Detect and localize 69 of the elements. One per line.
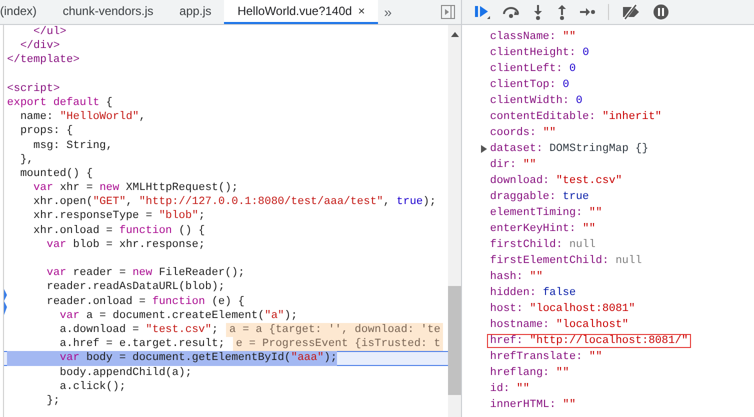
step-out-icon[interactable] xyxy=(556,4,568,20)
file-tab[interactable]: app.js xyxy=(166,0,224,24)
code-line: props: { xyxy=(19,124,74,139)
deactivate-breakpoints-icon[interactable] xyxy=(621,4,641,20)
inline-value: a = a {target: '', download: 'te xyxy=(226,322,444,338)
scrollbar-thumb[interactable] xyxy=(448,286,461,395)
property-entry: hidden: false xyxy=(489,287,577,299)
code-line: var a = document.createElement("a"); xyxy=(58,308,298,323)
code-line: var reader = new FileReader(); xyxy=(46,266,245,280)
code-line: reader.readAsDataURL(blob); xyxy=(46,280,225,295)
property-entry: contentEditable: "inherit" xyxy=(489,111,663,123)
code-line: </div> xyxy=(19,39,60,54)
code-line: body.appendChild(a); xyxy=(58,366,192,380)
property-entry: dir: "" xyxy=(489,159,538,171)
resume-icon[interactable] xyxy=(474,4,490,20)
step-icon[interactable] xyxy=(580,6,596,18)
property-entry: firstChild: null xyxy=(489,239,597,251)
code-line: mounted() { xyxy=(19,166,93,182)
property-entry: hash: "" xyxy=(489,271,544,283)
code-line: xhr.responseType = "blob"; xyxy=(32,209,206,224)
code-line: <script> xyxy=(7,82,60,96)
code-editor[interactable] xyxy=(3,25,448,417)
code-line: }, xyxy=(19,152,34,167)
property-entry: hostname: "localhost" xyxy=(489,319,630,331)
code-line: export default { xyxy=(7,96,113,110)
code-line: a.href = e.target.result; xyxy=(58,337,225,352)
code-line: var xhr = new XMLHttpRequest(); xyxy=(32,181,238,196)
code-line: a.download = "test.csv"; xyxy=(58,322,218,338)
property-entry: href: "http://localhost:8081/" xyxy=(488,335,690,347)
property-entry: clientTop: 0 xyxy=(489,79,570,91)
more-tabs-button[interactable]: » xyxy=(378,0,398,24)
property-entry: dataset: DOMStringMap {} xyxy=(489,143,650,155)
property-entry: coords: "" xyxy=(489,127,558,139)
scroll-up-icon[interactable] xyxy=(450,32,458,38)
code-line: name: "HelloWorld", xyxy=(19,110,146,124)
expand-triangle-icon[interactable] xyxy=(481,145,487,153)
property-entry: draggable: true xyxy=(489,191,590,203)
code-line: reader.onload = function (e) { xyxy=(46,294,245,309)
property-entry: innerHTML: "" xyxy=(489,399,577,411)
inline-value: e = ProgressEvent {isTrusted: t xyxy=(232,337,444,352)
step-into-icon[interactable] xyxy=(532,4,544,20)
code-line: msg: String, xyxy=(32,138,113,153)
code-line: }; xyxy=(46,394,60,408)
code-line: </ul> xyxy=(32,25,66,40)
property-entry: elementTiming: "" xyxy=(489,207,604,219)
pause-icon[interactable] xyxy=(653,4,669,20)
property-entry: firstElementChild: null xyxy=(489,255,643,267)
property-entry: clientHeight: 0 xyxy=(489,47,590,59)
property-entry: enterKeyHint: "" xyxy=(489,223,597,235)
code-line: </template> xyxy=(7,53,80,68)
file-tab[interactable]: chunk-vendors.js xyxy=(50,0,166,24)
property-entry: hreflang: "" xyxy=(489,367,570,379)
property-entry: clientWidth: 0 xyxy=(489,95,584,107)
property-entry: hrefTranslate: "" xyxy=(489,351,604,363)
code-line: a.click(); xyxy=(58,380,126,394)
scrollbar[interactable] xyxy=(448,25,461,417)
property-entry: className: "" xyxy=(489,31,577,43)
toggle-sidebar-icon[interactable] xyxy=(441,5,455,19)
code-line: xhr.open("GET", "http://127.0.0.1:8080/test/aaa/test", true); xyxy=(32,195,436,210)
code-line: var blob = xhr.response; xyxy=(46,238,206,252)
code-line: xhr.onload = function () { xyxy=(32,224,206,238)
file-tab[interactable]: HelloWorld.vue?140d × xyxy=(224,0,378,24)
step-over-icon[interactable] xyxy=(502,5,520,19)
property-entry: host: "localhost:8081" xyxy=(489,303,636,315)
property-entry: download: "test.csv" xyxy=(489,175,624,187)
property-entry: id: "" xyxy=(489,383,531,395)
property-entry: clientLeft: 0 xyxy=(489,63,577,75)
file-tab[interactable]: (index) xyxy=(0,0,50,24)
close-icon[interactable]: × xyxy=(358,4,365,18)
